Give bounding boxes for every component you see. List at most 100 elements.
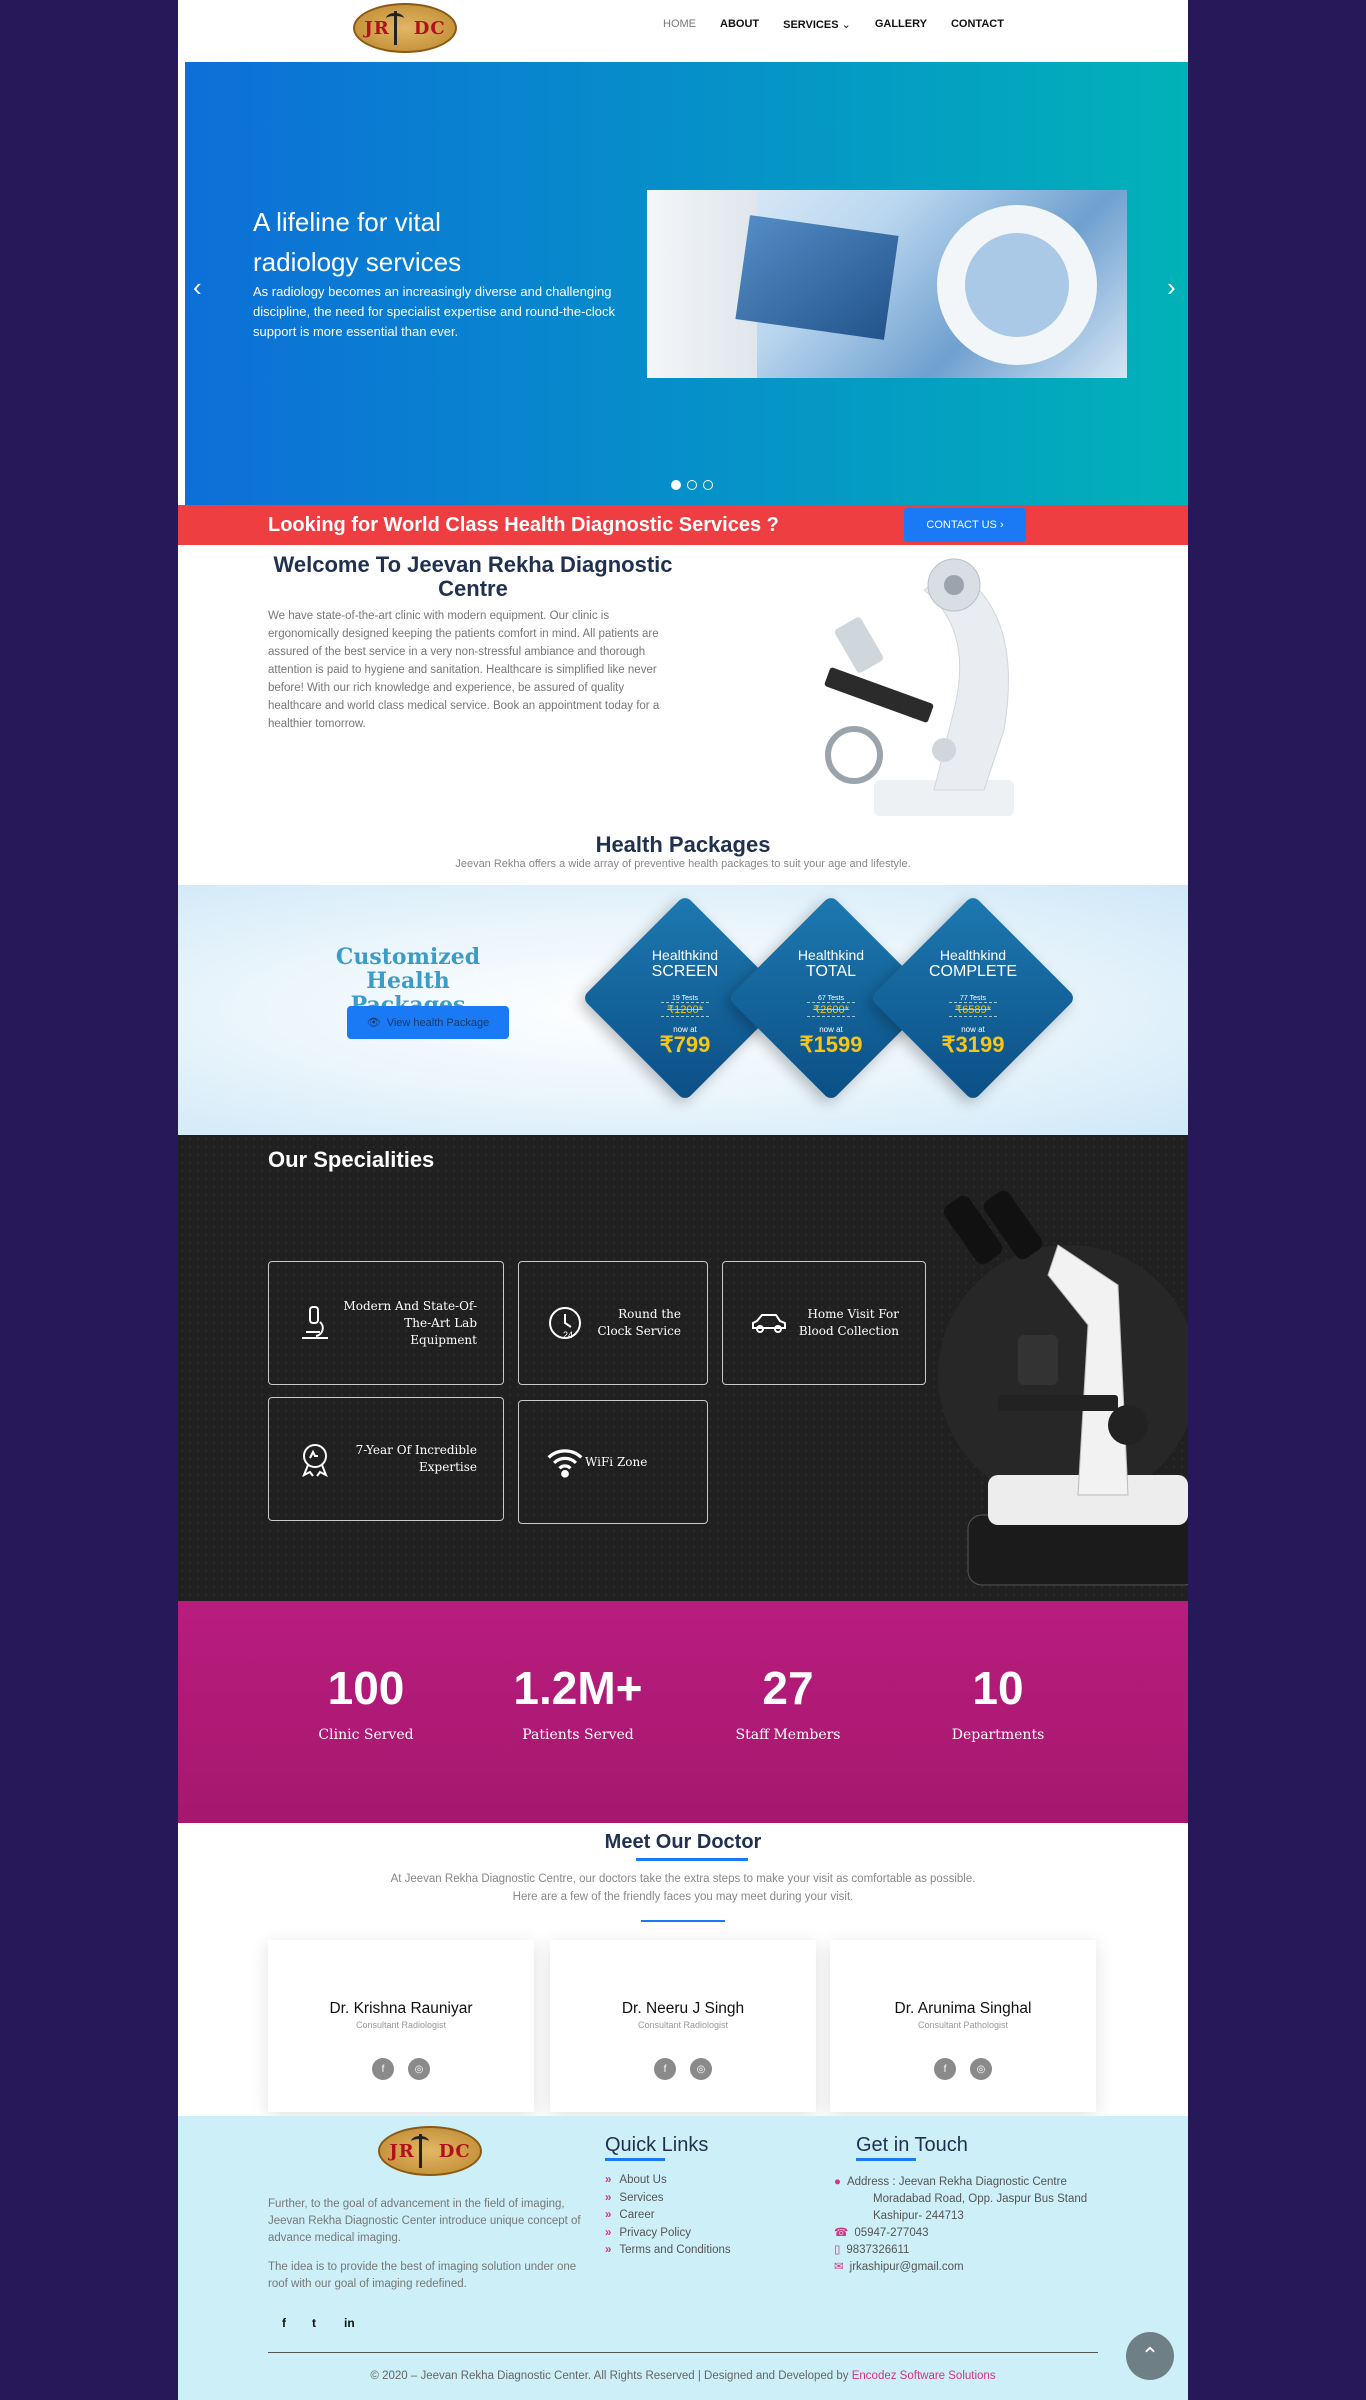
- cta-strip: Looking for World Class Health Diagnosti…: [178, 505, 1188, 545]
- doctor-name: Dr. Arunima Singhal: [894, 2000, 1032, 2017]
- view-health-package-button[interactable]: 👁 View health Package: [347, 1006, 509, 1039]
- nav-home[interactable]: HOME: [663, 18, 696, 31]
- nav-about[interactable]: ABOUT: [720, 18, 759, 31]
- copyright: © 2020 – Jeevan Rekha Diagnostic Center.…: [178, 2370, 1188, 2382]
- facebook-icon[interactable]: f: [654, 2058, 676, 2080]
- chevron-right-icon[interactable]: ›: [1167, 272, 1176, 303]
- welcome-title: Welcome To Jeevan Rekha Diagnostic Centr…: [273, 552, 673, 601]
- quick-links-list: About Us Services Career Privacy Policy …: [605, 2174, 731, 2262]
- package-price: ₹799: [659, 1032, 711, 1057]
- counter-value: 1.2M+: [513, 1662, 643, 1714]
- packages-banner: Customized Health Packages 👁 View health…: [178, 885, 1188, 1135]
- speciality-label: 7-Year Of Incredible Expertise: [355, 1443, 477, 1474]
- mobile-icon: ▯: [834, 2244, 841, 2256]
- contact-us-button[interactable]: CONTACT US ›: [904, 508, 1026, 542]
- copyright-text: © 2020 – Jeevan Rekha Diagnostic Center.…: [370, 2370, 852, 2382]
- speciality-card[interactable]: 24 Round the Clock Service: [518, 1261, 708, 1385]
- page: JR DC HOME ABOUT SERVICES ⌄ GALLERY CONT…: [178, 0, 1188, 2400]
- footer-logo[interactable]: JR DC: [378, 2126, 482, 2176]
- specialities-title: Our Specialities: [268, 1147, 435, 1172]
- package-price: ₹1599: [799, 1032, 863, 1057]
- logo-text-right: DC: [438, 2140, 471, 2162]
- linkedin-icon[interactable]: in: [344, 2316, 355, 2330]
- doctor-role: Consultant Radiologist: [355, 2020, 447, 2030]
- footer-link-services[interactable]: Services: [605, 2192, 731, 2210]
- slider-dot[interactable]: [703, 480, 713, 490]
- package-tests: 77 Tests: [960, 995, 986, 1002]
- speciality-card[interactable]: WiFi Zone: [518, 1400, 708, 1524]
- packages-subtitle: Jeevan Rekha offers a wide array of prev…: [455, 858, 911, 870]
- counter-value: 100: [327, 1662, 405, 1714]
- welcome-text: We have state-of-the-art clinic with mod…: [268, 610, 660, 730]
- address-line: Moradabad Road, Opp. Jaspur Bus Stand: [873, 2193, 1088, 2205]
- footer-link-terms[interactable]: Terms and Conditions: [605, 2244, 730, 2262]
- nav-services[interactable]: SERVICES ⌄: [783, 18, 851, 31]
- car-icon: [749, 1303, 789, 1343]
- get-in-touch-title: Get in Touch: [856, 2134, 968, 2156]
- footer-link-privacy[interactable]: Privacy Policy: [605, 2227, 731, 2245]
- chevron-up-icon: ⌃: [1140, 2343, 1160, 2368]
- footer-link-career[interactable]: Career: [605, 2209, 731, 2227]
- divider: [641, 1920, 725, 1922]
- title-underline: [605, 2158, 665, 2161]
- speciality-card[interactable]: Modern And State-Of-The-Art Lab Equipmen…: [268, 1261, 504, 1385]
- caduceus-icon: [410, 2134, 435, 2168]
- mobile-line[interactable]: ▯ 9837326611: [834, 2242, 909, 2259]
- package-card[interactable]: Healthkind COMPLETE 77 Tests ₹6589* now …: [900, 925, 1046, 1071]
- package-kind: Healthkind: [939, 947, 1007, 963]
- slider-dot[interactable]: [687, 480, 697, 490]
- email-text: jrkashipur@gmail.com: [849, 2261, 964, 2273]
- doctor-card: Dr. Arunima Singhal Consultant Pathologi…: [830, 1940, 1096, 2112]
- title-underline: [856, 2158, 916, 2161]
- package-tests: 19 Tests: [672, 995, 698, 1002]
- twitter-icon[interactable]: t: [312, 2316, 316, 2330]
- email-line[interactable]: ✉ jrkashipur@gmail.com: [834, 2259, 964, 2276]
- footer-about-text: Further, to the goal of advancement in t…: [268, 2198, 581, 2244]
- clock-24-icon: 24: [545, 1303, 585, 1343]
- slider-dot[interactable]: [671, 480, 681, 490]
- instagram-icon[interactable]: ◎: [690, 2058, 712, 2080]
- counter-label: Departments: [951, 1727, 1045, 1743]
- speciality-label: Round the Clock Service: [597, 1307, 681, 1338]
- location-pin-icon: ●: [834, 2176, 841, 2188]
- speciality-label: Home Visit For Blood Collection: [798, 1307, 899, 1338]
- package-kind: Healthkind: [651, 947, 719, 963]
- site-logo[interactable]: JR DC: [353, 3, 457, 53]
- cta-heading: Looking for World Class Health Diagnosti…: [268, 514, 779, 536]
- facebook-icon[interactable]: f: [934, 2058, 956, 2080]
- microscope-icon: [295, 1303, 335, 1343]
- quick-links-title: Quick Links: [605, 2134, 709, 2156]
- logo-text-right: DC: [413, 17, 446, 39]
- instagram-icon[interactable]: ◎: [408, 2058, 430, 2080]
- speciality-label: Modern And State-Of-The-Art Lab Equipmen…: [343, 1298, 477, 1347]
- nav-contact[interactable]: CONTACT: [951, 18, 1004, 31]
- facebook-icon[interactable]: f: [282, 2316, 286, 2330]
- speciality-card[interactable]: Home Visit For Blood Collection: [722, 1261, 926, 1385]
- package-name: SCREEN: [651, 963, 719, 980]
- phone-text: 05947-277043: [854, 2227, 929, 2239]
- title-underline: [636, 1858, 748, 1861]
- footer-link-about[interactable]: About Us: [605, 2174, 731, 2192]
- site-footer: JR DC Further, to the goal of advancemen…: [178, 2116, 1188, 2400]
- scroll-to-top-button[interactable]: ⌃: [1126, 2332, 1174, 2380]
- nav-gallery[interactable]: GALLERY: [875, 18, 927, 31]
- package-kind: Healthkind: [797, 947, 865, 963]
- microscope-image: [938, 1190, 1188, 1586]
- counter-label: Clinic Served: [318, 1727, 414, 1743]
- chevron-down-icon: ⌄: [841, 19, 851, 31]
- instagram-icon[interactable]: ◎: [970, 2058, 992, 2080]
- speciality-card[interactable]: 7-Year Of Incredible Expertise: [268, 1397, 504, 1521]
- counter-value: 27: [762, 1662, 814, 1714]
- site-header: JR DC HOME ABOUT SERVICES ⌄ GALLERY CONT…: [178, 0, 1188, 62]
- phone-line[interactable]: ☎ 05947-277043: [834, 2225, 929, 2242]
- envelope-icon: ✉: [834, 2261, 844, 2273]
- chevron-right-icon: ›: [999, 519, 1004, 531]
- developer-link[interactable]: Encodez Software Solutions: [852, 2370, 996, 2382]
- facebook-icon[interactable]: f: [372, 2058, 394, 2080]
- hero-radiology-image: [647, 190, 1127, 378]
- speciality-label: WiFi Zone: [585, 1454, 648, 1469]
- counter: 100 Clinic Served: [266, 1663, 466, 1743]
- package-name: COMPLETE: [928, 963, 1017, 980]
- chevron-left-icon[interactable]: ‹: [193, 272, 202, 303]
- nav-services-label: SERVICES: [783, 19, 839, 31]
